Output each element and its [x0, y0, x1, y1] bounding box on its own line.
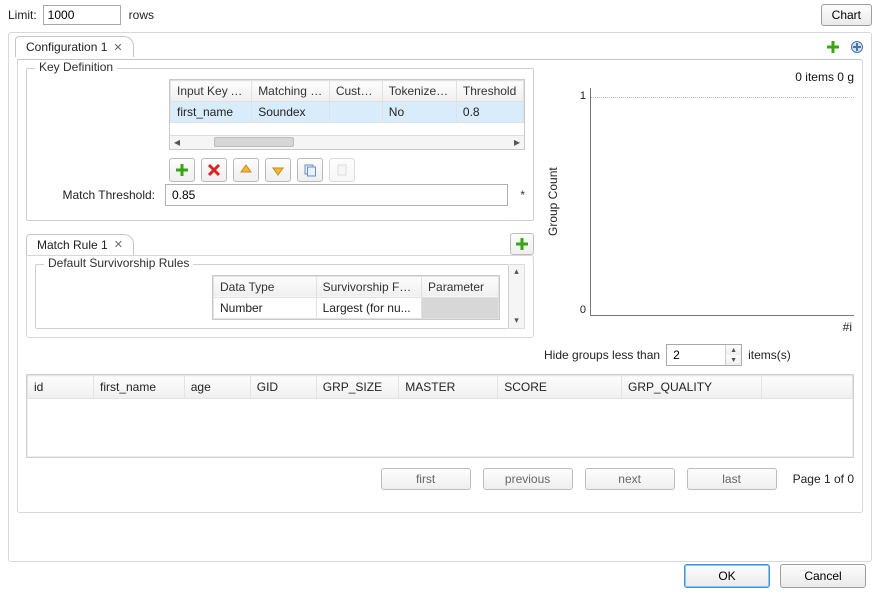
- chart-xlabel: #i: [843, 320, 852, 334]
- results-table[interactable]: id first_name age GID GRP_SIZE MASTER SC…: [26, 374, 854, 458]
- hide-groups-label: Hide groups less than: [544, 348, 660, 362]
- required-marker: *: [520, 188, 525, 202]
- scroll-down-icon[interactable]: ▾: [514, 314, 519, 328]
- survivorship-table[interactable]: Data Type Survivorship Fun... Parameter …: [212, 275, 500, 320]
- col-grp-quality[interactable]: GRP_QUALITY: [622, 376, 762, 399]
- col-empty[interactable]: [762, 376, 853, 399]
- tab-match-rule-1[interactable]: Match Rule 1 ✕: [26, 234, 134, 255]
- toolbox-icon[interactable]: [849, 39, 865, 55]
- match-threshold-label: Match Threshold:: [37, 188, 155, 202]
- add-button[interactable]: [169, 158, 195, 182]
- copy-button[interactable]: [297, 158, 323, 182]
- col-gid[interactable]: GID: [250, 376, 316, 399]
- chart-ytick: 0: [580, 304, 586, 316]
- col-surv-func[interactable]: Survivorship Fun...: [316, 276, 421, 297]
- chart-button[interactable]: Chart: [821, 4, 872, 26]
- cell: first_name: [171, 102, 252, 123]
- previous-page-button[interactable]: previous: [483, 468, 573, 490]
- move-down-button[interactable]: [265, 158, 291, 182]
- col-threshold[interactable]: Threshold: [456, 81, 523, 102]
- table-row: [28, 399, 853, 457]
- col-grp-size[interactable]: GRP_SIZE: [316, 376, 399, 399]
- cell: Largest (for nu...: [316, 297, 421, 318]
- col-matching-func[interactable]: Matching F...: [252, 81, 330, 102]
- next-page-button[interactable]: next: [585, 468, 675, 490]
- horizontal-scrollbar[interactable]: ◂ ▸: [170, 135, 524, 149]
- col-age[interactable]: age: [184, 376, 250, 399]
- scroll-up-icon[interactable]: ▴: [514, 265, 519, 279]
- table-row[interactable]: Number Largest (for nu...: [214, 297, 499, 318]
- limit-input[interactable]: [43, 5, 121, 25]
- close-icon[interactable]: ✕: [113, 41, 122, 54]
- cell: [422, 297, 499, 318]
- scroll-right-icon[interactable]: ▸: [510, 135, 524, 149]
- move-up-button[interactable]: [233, 158, 259, 182]
- key-table[interactable]: Input Key Attri... Matching F... Custo..…: [169, 79, 525, 150]
- col-data-type[interactable]: Data Type: [214, 276, 317, 297]
- add-rule-button[interactable]: [510, 233, 534, 255]
- limit-label: Limit:: [8, 8, 37, 22]
- add-icon[interactable]: [825, 39, 841, 55]
- group-survivorship: Default Survivorship Rules Data Type Sur…: [35, 264, 509, 329]
- cancel-button[interactable]: Cancel: [780, 564, 866, 588]
- col-parameter[interactable]: Parameter: [422, 276, 499, 297]
- last-page-button[interactable]: last: [687, 468, 777, 490]
- cell: Soundex: [252, 102, 330, 123]
- group-key-definition: Key Definition Input Key Attri... Matchi…: [26, 68, 534, 221]
- close-icon[interactable]: ✕: [114, 238, 123, 251]
- ok-button[interactable]: OK: [684, 564, 770, 588]
- chart-title: 0 items 0 g: [544, 68, 854, 88]
- cell: 0.8: [456, 102, 523, 123]
- col-first-name[interactable]: first_name: [94, 376, 185, 399]
- spinner-up-icon[interactable]: ▲: [726, 345, 741, 355]
- spinner-down-icon[interactable]: ▼: [726, 355, 741, 365]
- col-custom[interactable]: Custo...: [329, 81, 382, 102]
- col-master[interactable]: MASTER: [399, 376, 498, 399]
- page-info: Page 1 of 0: [793, 472, 854, 486]
- match-threshold-input[interactable]: [165, 184, 508, 206]
- chart-plot: [590, 88, 854, 316]
- rows-label: rows: [129, 8, 154, 22]
- chart-gridline: [591, 97, 854, 98]
- tab-label: Match Rule 1: [37, 238, 108, 252]
- chart-area: Group Count 1 0: [544, 88, 854, 316]
- chart-ylabel: Group Count: [544, 88, 562, 316]
- paste-button: [329, 158, 355, 182]
- hide-groups-input[interactable]: [667, 345, 725, 365]
- group-title: Key Definition: [35, 60, 117, 74]
- hide-groups-unit: items(s): [748, 348, 791, 362]
- col-input-key[interactable]: Input Key Attri...: [171, 81, 252, 102]
- tab-configuration-1[interactable]: Configuration 1 ✕: [15, 36, 134, 57]
- scrollbar-thumb[interactable]: [214, 137, 294, 147]
- group-title: Default Survivorship Rules: [44, 256, 193, 270]
- scroll-left-icon[interactable]: ◂: [170, 135, 184, 149]
- col-id[interactable]: id: [28, 376, 94, 399]
- delete-button[interactable]: [201, 158, 227, 182]
- col-score[interactable]: SCORE: [498, 376, 622, 399]
- chart-ytick: 1: [580, 90, 586, 102]
- col-tokenized[interactable]: Tokenized...: [382, 81, 456, 102]
- cell: Number: [214, 297, 317, 318]
- cell: No: [382, 102, 456, 123]
- hide-groups-spinner[interactable]: ▲ ▼: [666, 344, 742, 366]
- cell: [329, 102, 382, 123]
- tab-label: Configuration 1: [26, 40, 107, 54]
- vertical-scrollbar[interactable]: ▴ ▾: [509, 264, 525, 329]
- table-row[interactable]: first_name Soundex No 0.8: [171, 102, 524, 123]
- first-page-button[interactable]: first: [381, 468, 471, 490]
